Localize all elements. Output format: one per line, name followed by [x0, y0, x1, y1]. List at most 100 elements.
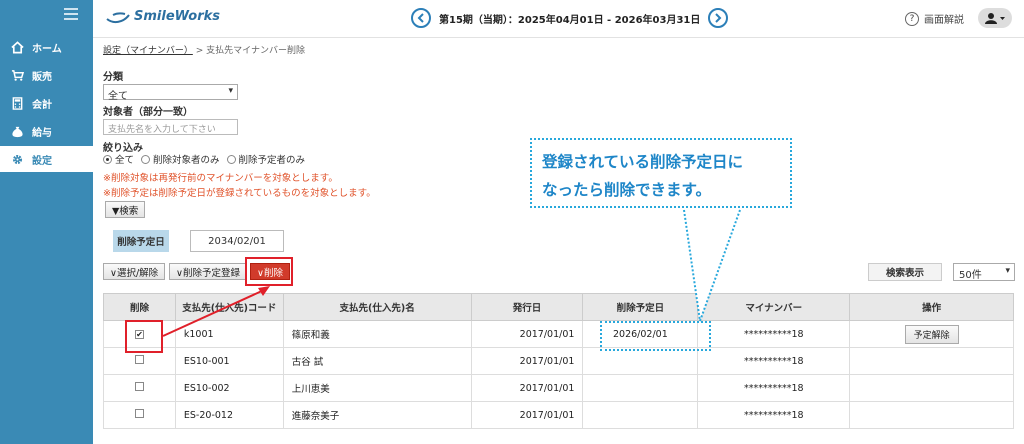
table-row: ✔ k1001 篠原和義 2017/01/01 2026/02/01 *****… [103, 320, 1014, 348]
sidebar-item-sales[interactable]: 販売 [0, 62, 93, 88]
schedule-date-label: 削除予定日 [113, 230, 169, 252]
scheduled-date-highlight [600, 321, 711, 351]
note-delete-target: ※削除対象は再発行前のマイナンバーを対象とします。 [103, 173, 338, 184]
sidebar-item-label: 販売 [32, 71, 52, 83]
delete-button-highlight [245, 257, 293, 286]
sidebar-item-label: 給与 [32, 127, 52, 139]
radio-button[interactable] [141, 154, 151, 164]
action-cell [849, 374, 1014, 402]
previous-period-button[interactable] [411, 8, 431, 28]
action-cell: 予定解除 [849, 320, 1014, 348]
issued-cell: 2017/01/01 [470, 374, 584, 402]
column-header-name: 支払先(仕入先)名 [282, 293, 472, 321]
next-period-button[interactable] [708, 8, 729, 28]
home-icon [10, 40, 24, 54]
user-menu-button[interactable] [978, 8, 1012, 28]
row-checkbox[interactable] [134, 409, 144, 418]
question-icon: ? [905, 11, 919, 26]
code-cell: ES10-001 [174, 347, 284, 375]
column-header-scheduled: 削除予定日 [582, 293, 699, 321]
schedule-date-input[interactable]: 2034/02/01 [190, 230, 284, 252]
help-button[interactable]: ? 画面解説 [905, 11, 964, 26]
logo-text: SmileWorks [134, 9, 220, 24]
row-checkbox[interactable] [134, 355, 144, 364]
name-cell: 篠原和義 [282, 320, 472, 348]
table-header-row: 削除 支払先(仕入先)コード 支払先(仕入先)名 発行日 削除予定日 マイナンバ… [103, 293, 1014, 321]
name-cell: 進藤奈美子 [282, 401, 472, 429]
radio-label: 全て [115, 155, 135, 166]
period-text: 第15期（当期）：2025年04月01日 - 2026年03月31日 [439, 14, 701, 26]
display-count-select[interactable]: 50件 [953, 263, 1015, 281]
category-label: 分類 [103, 72, 123, 83]
checkbox-highlight [125, 320, 163, 353]
calculator-icon [10, 96, 24, 110]
app-logo[interactable]: SmileWorks [105, 9, 220, 24]
column-header-delete: 削除 [103, 293, 176, 321]
table-row: ES-20-012 進藤奈美子 2017/01/01 **********18 [103, 401, 1014, 429]
radio-all[interactable]: 全て [103, 152, 134, 166]
action-cell [849, 401, 1014, 429]
target-label: 対象者（部分一致） [103, 107, 193, 118]
issued-cell: 2017/01/01 [470, 320, 584, 348]
breadcrumb-parent-link[interactable]: 設定（マイナンバー） [103, 46, 193, 56]
sidebar-item-accounting[interactable]: 会計 [0, 90, 93, 116]
note-delete-scheduled: ※削除予定は削除予定日が登録されているものを対象とします。 [103, 188, 376, 199]
sidebar: ホーム 販売 会計 給与 設定 [0, 0, 93, 444]
chevron-right-icon [715, 13, 722, 23]
breadcrumb-separator: > [195, 46, 204, 56]
code-cell: ES10-002 [174, 374, 284, 402]
sidebar-item-home[interactable]: ホーム [0, 34, 93, 60]
scheduled-cell [582, 347, 699, 375]
column-header-action: 操作 [849, 293, 1014, 321]
help-label: 画面解説 [924, 15, 964, 26]
callout-line-1: 登録されている削除予定日に [542, 153, 744, 171]
mynumber-table: 削除 支払先(仕入先)コード 支払先(仕入先)名 発行日 削除予定日 マイナンバ… [103, 293, 1014, 429]
code-cell: k1001 [174, 320, 284, 348]
delete-cell [103, 401, 176, 429]
period-selector: 第15期（当期）：2025年04月01日 - 2026年03月31日 [411, 8, 729, 28]
radio-label: 削除予定者のみ [238, 155, 306, 166]
target-search-input[interactable]: 支払先名を入力して下さい [103, 119, 238, 135]
scheduled-cell [582, 401, 699, 429]
issued-cell: 2017/01/01 [470, 347, 584, 375]
table-row: ES10-001 古谷 試 2017/01/01 **********18 [103, 347, 1014, 375]
smile-logo-icon [106, 11, 130, 23]
search-button[interactable]: ▼検索 [105, 201, 146, 218]
mynumber-cell: **********18 [697, 347, 851, 375]
hamburger-menu-icon[interactable] [64, 8, 78, 20]
sidebar-item-label: ホーム [32, 43, 62, 55]
action-cell [849, 347, 1014, 375]
table-row: ES10-002 上川恵美 2017/01/01 **********18 [103, 374, 1014, 402]
sidebar-item-label: 設定 [32, 155, 52, 167]
cancel-schedule-button[interactable]: 予定解除 [904, 324, 959, 344]
sidebar-item-label: 会計 [32, 99, 52, 111]
sidebar-item-payroll[interactable]: 給与 [0, 118, 93, 144]
column-header-issued: 発行日 [470, 293, 584, 321]
column-header-code: 支払先(仕入先)コード [174, 293, 284, 321]
sidebar-item-settings[interactable]: 設定 [0, 146, 93, 172]
gear-icon [10, 152, 24, 166]
radio-button[interactable] [226, 154, 236, 164]
chevron-left-icon [417, 13, 424, 23]
name-cell: 古谷 試 [282, 347, 472, 375]
callout-line-2: なったら削除できます。 [542, 181, 711, 199]
radio-delete-scheduled[interactable]: 削除予定者のみ [226, 152, 306, 166]
select-toggle-button[interactable]: ∨選択/解除 [103, 263, 166, 280]
mynumber-cell: **********18 [697, 401, 851, 429]
category-select[interactable]: 全て [103, 84, 238, 102]
scheduled-cell [582, 374, 699, 402]
display-count-label: 検索表示 [868, 263, 942, 281]
radio-button[interactable] [103, 154, 112, 164]
issued-cell: 2017/01/01 [470, 401, 584, 429]
name-cell: 上川恵美 [282, 374, 472, 402]
register-schedule-button[interactable]: ∨削除予定登録 [169, 263, 247, 280]
mynumber-cell: **********18 [697, 320, 851, 348]
callout-note: 登録されている削除予定日に なったら削除できます。 [530, 138, 792, 208]
row-checkbox[interactable] [134, 382, 144, 391]
top-bar: SmileWorks 第15期（当期）：2025年04月01日 - 2026年0… [93, 0, 1024, 38]
narrow-radio-group: 全て 削除対象者のみ 削除予定者のみ [103, 152, 312, 166]
radio-delete-target[interactable]: 削除対象者のみ [141, 152, 220, 166]
code-cell: ES-20-012 [174, 401, 284, 429]
cart-icon [10, 68, 24, 82]
user-icon [985, 13, 1005, 24]
